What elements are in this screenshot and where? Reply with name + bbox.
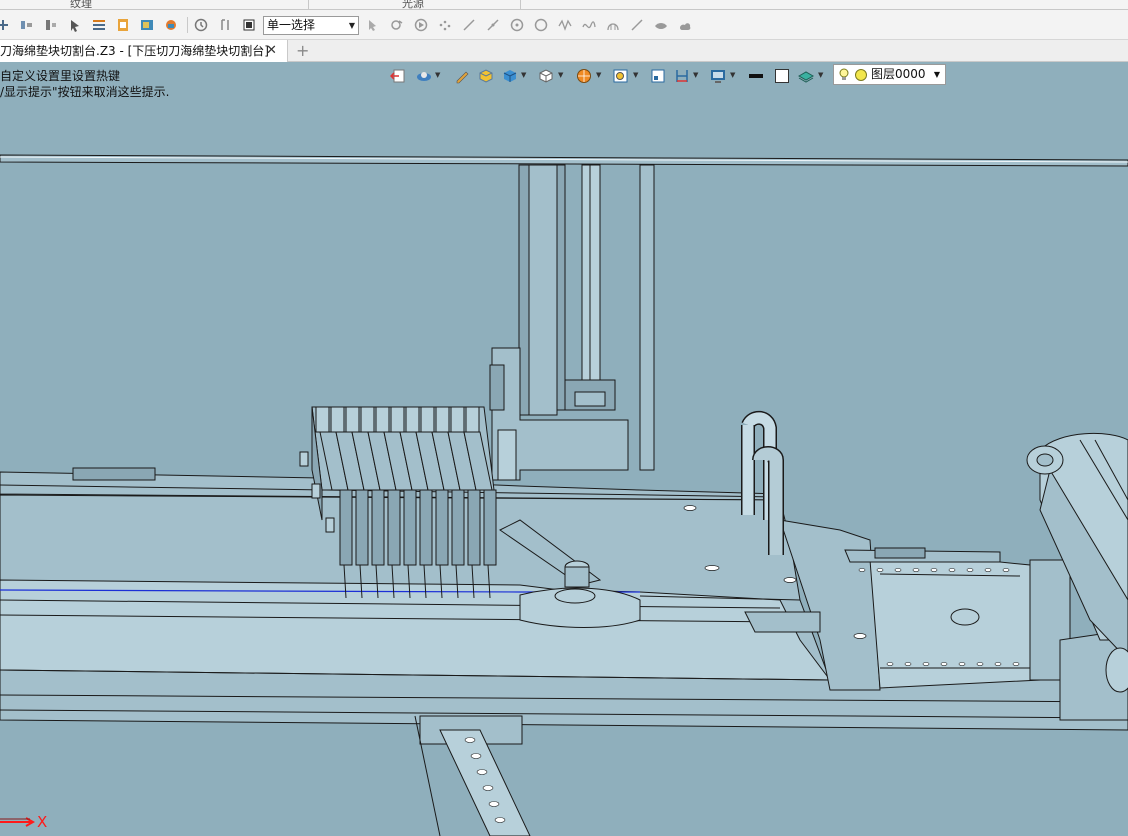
- color-black-icon[interactable]: [748, 68, 764, 84]
- selection-mode-value: 单一选择: [267, 18, 316, 32]
- axis-icon[interactable]: [0, 18, 10, 32]
- ribbon-divider: [520, 0, 521, 9]
- hint-line-1: 自定义设置里设置热键: [0, 69, 121, 83]
- chevron-down-icon: ▼: [348, 21, 355, 30]
- view-orient-icon[interactable]: [416, 68, 432, 84]
- chevron-down-icon[interactable]: ▼: [730, 71, 735, 79]
- filter-icon[interactable]: [390, 18, 404, 32]
- top-beam[interactable]: [0, 154, 1128, 167]
- tab-label: 刀海绵垫块切割台.Z3 - [下压切刀海绵垫块切割台]: [0, 44, 269, 58]
- dimension-icon[interactable]: [674, 68, 690, 84]
- shaded-solid-icon[interactable]: [478, 68, 494, 84]
- list-icon[interactable]: [92, 18, 106, 32]
- render-mode-icon[interactable]: [576, 68, 592, 84]
- layer-color-icon: [855, 69, 867, 81]
- chevron-down-icon[interactable]: ▼: [435, 71, 440, 79]
- color-white-icon[interactable]: [774, 68, 790, 84]
- slash-line-icon[interactable]: [486, 18, 500, 32]
- render-icon[interactable]: [164, 18, 178, 32]
- pattern-icon[interactable]: [20, 18, 34, 32]
- bulb-icon: [839, 68, 849, 80]
- document-icon[interactable]: [116, 18, 130, 32]
- ribbon-divider: [308, 0, 309, 9]
- new-tab-button[interactable]: +: [296, 40, 309, 62]
- ribbon-label-strip: 纹理 光源: [0, 0, 1128, 10]
- close-icon[interactable]: ✕: [266, 40, 277, 62]
- cursor-icon[interactable]: [68, 18, 82, 32]
- chevron-down-icon[interactable]: ▼: [693, 71, 698, 79]
- main-toolbar: 单一选择 ▼: [0, 10, 1128, 40]
- points-icon[interactable]: [438, 18, 452, 32]
- perforated-strip[interactable]: [414, 715, 531, 836]
- wave-icon[interactable]: [558, 18, 572, 32]
- export-icon[interactable]: [140, 18, 154, 32]
- cube-view-icon[interactable]: [502, 68, 518, 84]
- iso-cube-icon[interactable]: [538, 68, 554, 84]
- chevron-down-icon[interactable]: ▼: [558, 71, 563, 79]
- bracket-icon[interactable]: [218, 18, 232, 32]
- circle-icon[interactable]: [534, 18, 548, 32]
- eye-icon[interactable]: [654, 18, 668, 32]
- stack-icon[interactable]: [44, 18, 58, 32]
- cad-viewport[interactable]: .p { fill: #a3bfcb; stroke: #1a1a1a; str…: [0, 63, 1128, 836]
- x-axis-indicator: X: [0, 812, 50, 832]
- vertical-column[interactable]: [489, 164, 655, 481]
- ribbon-group-light[interactable]: 光源: [402, 0, 424, 9]
- diagonal-icon[interactable]: [630, 18, 644, 32]
- ribbon-group-texture[interactable]: 纹理: [70, 0, 92, 9]
- document-tab-bar: 刀海绵垫块切割台.Z3 - [下压切刀海绵垫块切割台] ✕ +: [0, 40, 1128, 62]
- chevron-down-icon[interactable]: ▼: [818, 71, 823, 79]
- display-icon[interactable]: [710, 68, 726, 84]
- chevron-down-icon[interactable]: ▼: [596, 71, 601, 79]
- spline-icon[interactable]: [582, 18, 596, 32]
- panel-icon[interactable]: [650, 68, 666, 84]
- machine-model[interactable]: .p { fill: #a3bfcb; stroke: #1a1a1a; str…: [0, 63, 1128, 836]
- chevron-down-icon: ▼: [933, 70, 940, 79]
- play-icon[interactable]: [414, 18, 428, 32]
- x-axis-label: X: [37, 813, 48, 831]
- layer-name: 图层0000: [871, 67, 926, 81]
- layer-visibility-icon[interactable]: [798, 68, 814, 84]
- chevron-down-icon[interactable]: ▼: [633, 71, 638, 79]
- arc-icon[interactable]: [606, 18, 620, 32]
- toolbar-divider: [187, 17, 188, 33]
- chevron-down-icon[interactable]: ▼: [521, 71, 526, 79]
- pick-arrow-icon[interactable]: [366, 18, 380, 32]
- stop-icon[interactable]: [242, 18, 256, 32]
- tab-active-document[interactable]: 刀海绵垫块切割台.Z3 - [下压切刀海绵垫块切割台] ✕: [0, 40, 288, 62]
- history-icon[interactable]: [194, 18, 208, 32]
- selection-mode-dropdown[interactable]: 单一选择 ▼: [263, 16, 359, 35]
- cloud-icon[interactable]: [678, 18, 692, 32]
- layer-dropdown[interactable]: 图层0000 ▼: [833, 64, 946, 85]
- exit-sketch-icon[interactable]: [390, 68, 406, 84]
- zoom-box-icon[interactable]: [613, 68, 629, 84]
- pencil-icon[interactable]: [454, 68, 470, 84]
- hint-line-2: /显示提示"按钮来取消这些提示.: [0, 85, 170, 99]
- line-icon[interactable]: [462, 18, 476, 32]
- circle-dot-icon[interactable]: [510, 18, 524, 32]
